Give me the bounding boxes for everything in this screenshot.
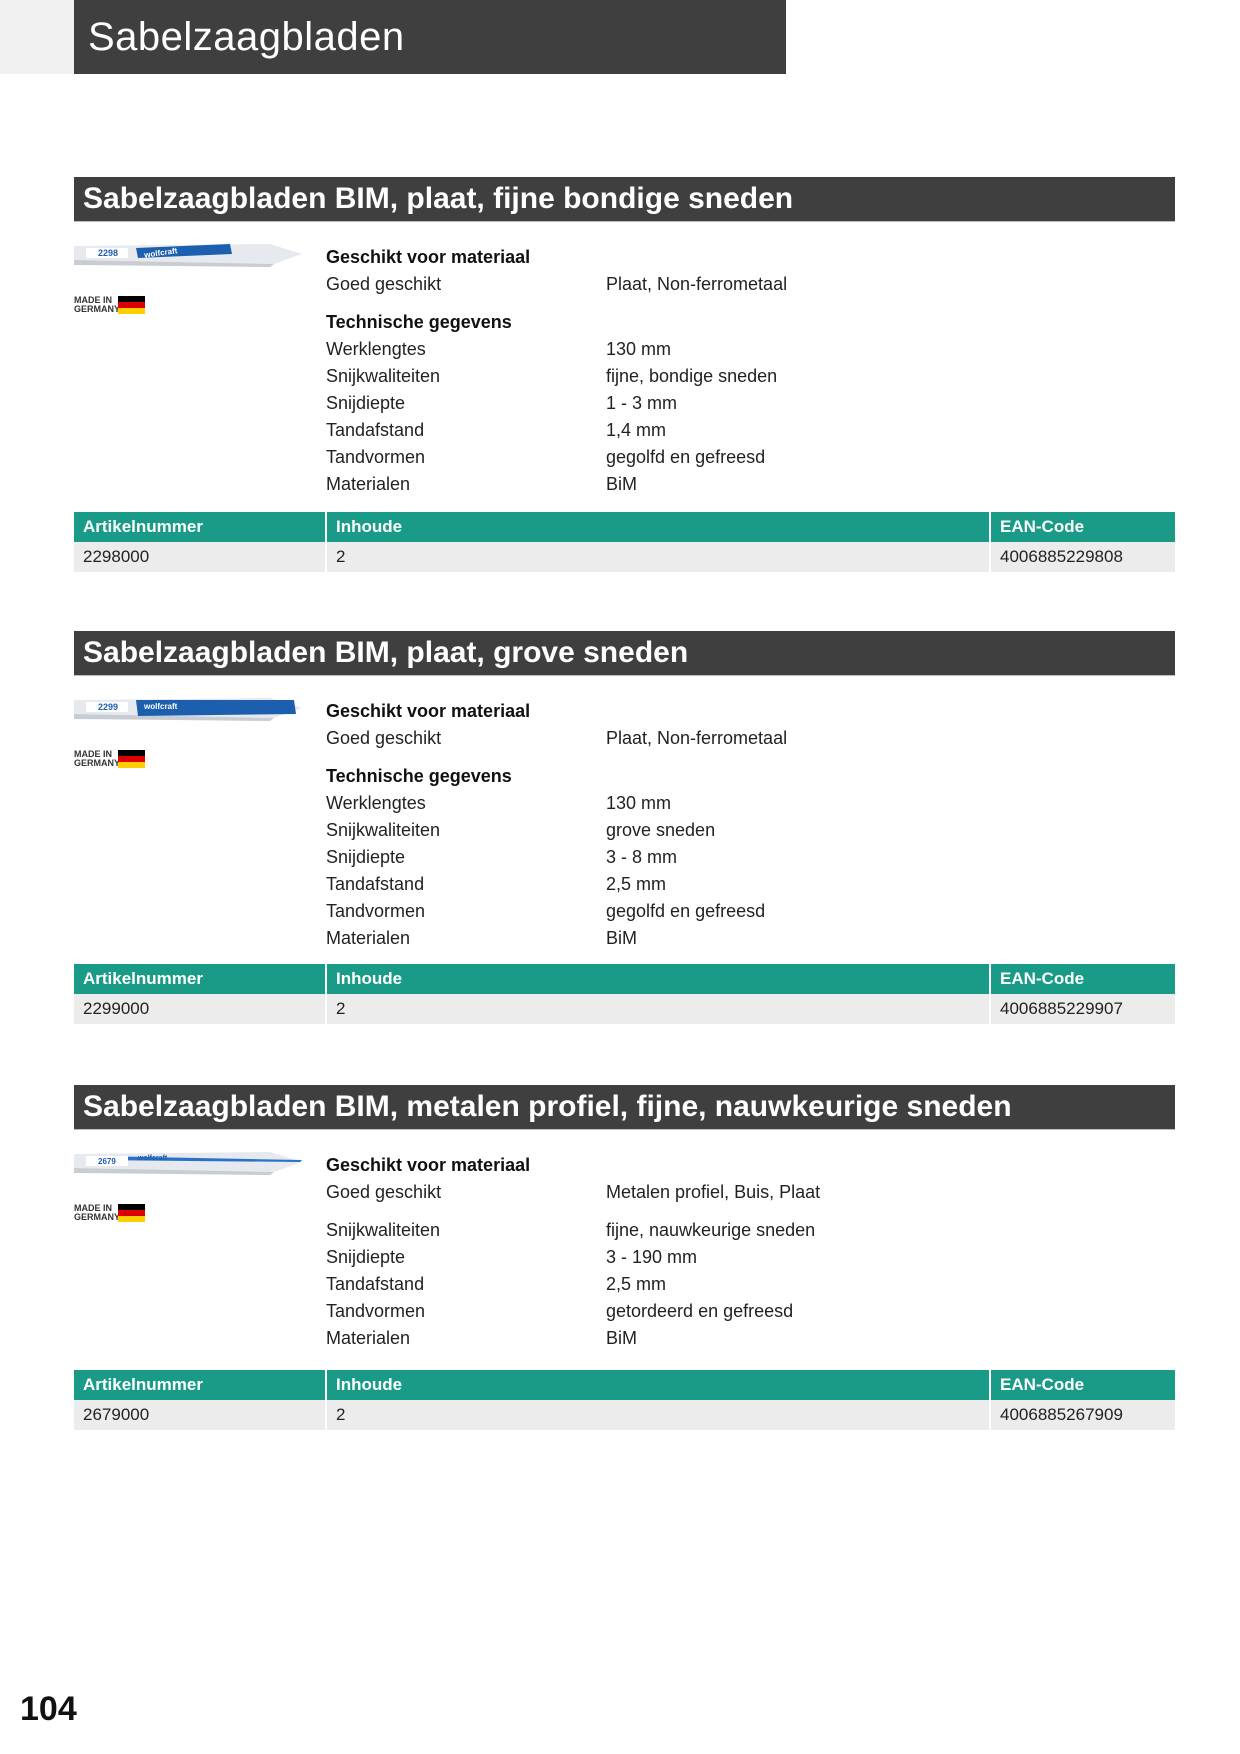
spec-value: 3 - 190 mm bbox=[606, 1247, 698, 1267]
article-table: Artikelnummer Inhoude EAN-Code 2298000 2… bbox=[74, 512, 1175, 572]
spec-list: Geschikt voor materiaal Goed geschikt Met… bbox=[326, 1152, 1086, 1352]
german-flag-icon bbox=[118, 1204, 145, 1222]
spec-value: gegolfd en gefreesd bbox=[606, 447, 766, 467]
section-title: Sabelzaagbladen BIM, metalen profiel, fi… bbox=[74, 1085, 1175, 1130]
article-table: Artikelnummer Inhoude EAN-Code 2679000 2… bbox=[74, 1370, 1175, 1430]
material-header: Geschikt voor materiaal bbox=[326, 247, 531, 267]
spec-key: Tandvormen bbox=[326, 447, 426, 467]
spec-list: Geschikt voor materiaal Goed geschikt Pla… bbox=[326, 244, 1086, 498]
spec-key: Tandvormen bbox=[326, 901, 426, 921]
tech-header: Technische gegevens bbox=[326, 766, 512, 786]
article-table: Artikelnummer Inhoude EAN-Code 2299000 2… bbox=[74, 964, 1175, 1024]
col-artikelnummer: Artikelnummer bbox=[74, 512, 327, 542]
svg-text:wolfcraft: wolfcraft bbox=[137, 1155, 168, 1162]
product-section: Sabelzaagbladen BIM, plaat, fijne bondig… bbox=[74, 177, 1175, 572]
section-title: Sabelzaagbladen BIM, plaat, fijne bondig… bbox=[74, 177, 1175, 222]
content-value: 2 bbox=[327, 994, 991, 1024]
product-section: Sabelzaagbladen BIM, plaat, grove sneden… bbox=[74, 631, 1175, 1024]
ean-code: 4006885229907 bbox=[1000, 999, 1123, 1018]
spec-key: Snijdiepte bbox=[326, 1247, 406, 1267]
spec-key: Tandafstand bbox=[326, 1274, 425, 1294]
blade-code: 2679 bbox=[98, 1157, 116, 1166]
col-inhoude: Inhoude bbox=[327, 512, 991, 542]
spec-key: Materialen bbox=[326, 1328, 411, 1348]
spec-value: BiM bbox=[606, 928, 637, 948]
german-flag-icon bbox=[118, 750, 145, 768]
saw-blade-image: 2298 wolfcraft bbox=[74, 238, 304, 268]
tech-header: Technische gegevens bbox=[326, 312, 512, 332]
content-value: 2 bbox=[327, 542, 991, 572]
col-artikelnummer: Artikelnummer bbox=[74, 1370, 327, 1400]
spec-value: 130 mm bbox=[606, 339, 672, 359]
spec-key: Materialen bbox=[326, 474, 411, 494]
spec-value: fijne, nauwkeurige sneden bbox=[606, 1220, 816, 1240]
spec-value: BiM bbox=[606, 474, 637, 494]
spec-key: Werklengtes bbox=[326, 339, 426, 359]
table-row: 2298000 2 4006885229808 bbox=[74, 542, 1175, 572]
material-value: Plaat, Non-ferrometaal bbox=[606, 274, 788, 294]
svg-text:wolfcraft: wolfcraft bbox=[143, 702, 178, 711]
material-value: Metalen profiel, Buis, Plaat bbox=[606, 1182, 821, 1202]
spec-value: getordeerd en gefreesd bbox=[606, 1301, 794, 1321]
spec-key: Werklengtes bbox=[326, 793, 426, 813]
page-title: Sabelzaagbladen bbox=[74, 0, 786, 74]
ean-code: 4006885229808 bbox=[1000, 547, 1123, 566]
page-number: 104 bbox=[20, 1690, 77, 1728]
blade-code: 2298 bbox=[98, 248, 118, 258]
material-label: Goed geschikt bbox=[326, 1182, 442, 1202]
spec-value: fijne, bondige sneden bbox=[606, 366, 778, 386]
spec-key: Snijdiepte bbox=[326, 847, 406, 867]
spec-key: Tandafstand bbox=[326, 420, 425, 440]
spec-key: Snijdiepte bbox=[326, 393, 406, 413]
product-section: Sabelzaagbladen BIM, metalen profiel, fi… bbox=[74, 1085, 1175, 1430]
spec-value: BiM bbox=[606, 1328, 637, 1348]
spec-key: Snijkwaliteiten bbox=[326, 366, 441, 386]
col-ean: EAN-Code bbox=[1000, 1375, 1085, 1394]
content-value: 2 bbox=[327, 1400, 991, 1430]
spec-value: 1,4 mm bbox=[606, 420, 667, 440]
table-row: 2679000 2 4006885267909 bbox=[74, 1400, 1175, 1430]
col-artikelnummer: Artikelnummer bbox=[74, 964, 327, 994]
ean-code: 4006885267909 bbox=[1000, 1405, 1123, 1424]
made-in-text: MADE IN GERMANY bbox=[74, 295, 121, 314]
material-value: Plaat, Non-ferrometaal bbox=[606, 728, 788, 748]
header-corner bbox=[0, 0, 74, 74]
spec-key: Tandafstand bbox=[326, 874, 425, 894]
col-inhoude: Inhoude bbox=[327, 1370, 991, 1400]
spec-value: gegolfd en gefreesd bbox=[606, 901, 766, 921]
made-in-germany-badge: MADE IN GERMANY bbox=[74, 294, 148, 318]
spec-value: 2,5 mm bbox=[606, 1274, 667, 1294]
article-number: 2298000 bbox=[74, 542, 327, 572]
article-number: 2299000 bbox=[74, 994, 327, 1024]
col-ean: EAN-Code bbox=[1000, 517, 1085, 536]
section-title: Sabelzaagbladen BIM, plaat, grove sneden bbox=[74, 631, 1175, 676]
material-header: Geschikt voor materiaal bbox=[326, 701, 531, 721]
article-number: 2679000 bbox=[74, 1400, 327, 1430]
made-in-germany-badge: MADE IN GERMANY bbox=[74, 748, 148, 772]
spec-key: Snijkwaliteiten bbox=[326, 820, 441, 840]
material-label: Goed geschikt bbox=[326, 728, 442, 748]
spec-value: 3 - 8 mm bbox=[606, 847, 678, 867]
blade-code: 2299 bbox=[98, 702, 118, 712]
made-in-germany-badge: MADE IN GERMANY bbox=[74, 1202, 148, 1226]
spec-value: 1 - 3 mm bbox=[606, 393, 678, 413]
spec-key: Snijkwaliteiten bbox=[326, 1220, 441, 1240]
col-inhoude: Inhoude bbox=[327, 964, 991, 994]
made-in-text: MADE IN GERMANY bbox=[74, 749, 121, 768]
saw-blade-image: 2299 wolfcraft bbox=[74, 692, 304, 722]
spec-key: Tandvormen bbox=[326, 1301, 426, 1321]
saw-blade-image: 2679 wolfcraft bbox=[74, 1146, 304, 1176]
spec-list: Geschikt voor materiaal Goed geschikt Pla… bbox=[326, 698, 1086, 952]
spec-value: 2,5 mm bbox=[606, 874, 667, 894]
german-flag-icon bbox=[118, 296, 145, 314]
spec-key: Materialen bbox=[326, 928, 411, 948]
table-row: 2299000 2 4006885229907 bbox=[74, 994, 1175, 1024]
made-in-text: MADE IN GERMANY bbox=[74, 1203, 121, 1222]
material-label: Goed geschikt bbox=[326, 274, 442, 294]
spec-value: 130 mm bbox=[606, 793, 672, 813]
spec-value: grove sneden bbox=[606, 820, 716, 840]
material-header: Geschikt voor materiaal bbox=[326, 1155, 531, 1175]
col-ean: EAN-Code bbox=[1000, 969, 1085, 988]
